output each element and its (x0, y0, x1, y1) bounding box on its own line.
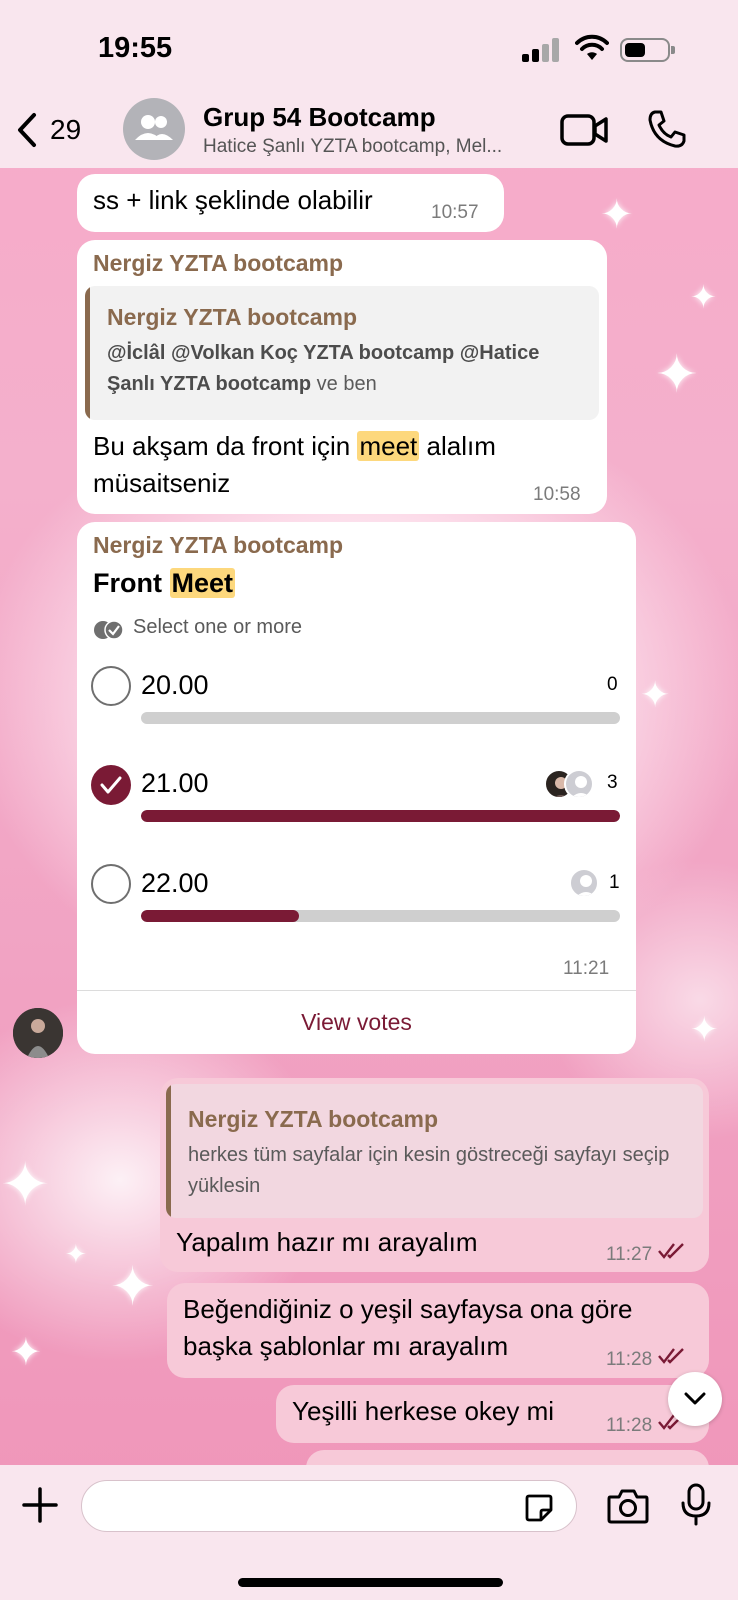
poll-option-bar (141, 910, 620, 922)
plus-icon[interactable] (20, 1485, 60, 1525)
message-composer (0, 1465, 738, 1600)
checkmark-icon (100, 776, 122, 794)
message-text: Yeşilli herkese okey mi (292, 1396, 555, 1426)
wifi-icon (575, 34, 609, 60)
message-time: 11:28 (606, 1347, 685, 1371)
home-indicator (238, 1578, 503, 1587)
phone-icon[interactable] (646, 108, 688, 150)
view-votes-button[interactable]: View votes (77, 991, 636, 1053)
poll-option-count: 1 (609, 872, 620, 893)
message-input[interactable] (81, 1480, 577, 1532)
camera-icon[interactable] (606, 1487, 650, 1525)
sparkle-decoration: ✦ (690, 278, 717, 316)
message-time-text: 11:28 (606, 1349, 653, 1370)
message-text: Yapalım hazır mı arayalım (176, 1227, 478, 1257)
voter-avatar (569, 868, 599, 898)
status-time: 19:55 (98, 32, 173, 64)
message-text: Beğendiğiniz o yeşil sayfaysa ona göre b… (183, 1294, 633, 1361)
message-time: 10:58 (533, 484, 581, 505)
message-bubble[interactable]: Beğendiğiniz o yeşil sayfaysa ona göre b… (167, 1283, 709, 1378)
message-time: 11:21 (563, 958, 610, 979)
poll-option-checkbox[interactable] (91, 864, 131, 904)
poll-bubble[interactable]: Nergiz YZTA bootcamp Front Meet Select o… (77, 522, 636, 1054)
cellular-signal-icon (522, 38, 562, 62)
message-bubble[interactable]: Nergiz YZTA bootcamp herkes tüm sayfalar… (160, 1078, 709, 1272)
chat-participants[interactable]: Hatice Şanlı YZTA bootcamp, Mel... (203, 136, 502, 158)
message-bubble[interactable]: Nergiz YZTA bootcamp Nergiz YZTA bootcam… (77, 240, 607, 514)
message-time-text: 11:27 (606, 1244, 653, 1265)
poll-question-part: Front (93, 568, 162, 598)
quoted-sender: Nergiz YZTA bootcamp (107, 304, 358, 330)
sender-name: Nergiz YZTA bootcamp (93, 532, 344, 558)
double-check-icon (94, 620, 124, 640)
sparkle-decoration: ✦ (10, 1330, 42, 1374)
quoted-text: herkes tüm sayfalar için kesin göstreceğ… (188, 1144, 670, 1197)
poll-option-label: 22.00 (141, 868, 209, 898)
mention[interactable]: @Volkan Koç YZTA bootcamp (171, 342, 454, 364)
message-time: 11:27 (606, 1242, 685, 1266)
sparkle-decoration: ✦ (600, 192, 634, 238)
message-time-text: 11:28 (606, 1415, 653, 1436)
poll-question: Front Meet (93, 568, 236, 599)
message-text: ss + link şeklinde olabilir (93, 185, 373, 215)
message-bubble[interactable]: ss + link şeklinde olabilir 10:57 (77, 174, 504, 232)
poll-option-checkbox[interactable] (91, 765, 131, 805)
sparkle-decoration: ✦ (65, 1240, 87, 1270)
poll-option-bar (141, 810, 620, 822)
poll-option-bar-fill (141, 910, 300, 922)
chat-header: 29 Grup 54 Bootcamp Hatice Şanlı YZTA bo… (0, 88, 738, 168)
back-chevron-icon (18, 113, 36, 147)
mention[interactable]: @İclâl (107, 342, 165, 364)
double-check-icon (658, 1243, 685, 1259)
message-text-part: Bu akşam da front için (93, 431, 351, 461)
search-highlight: meet (357, 431, 420, 461)
battery-icon (620, 38, 675, 62)
poll-option-count: 0 (607, 674, 618, 695)
quoted-text: @İclâl @Volkan Koç YZTA bootcamp @Hatice… (107, 338, 587, 400)
poll-option-bar-fill (141, 810, 620, 822)
quoted-message[interactable]: Nergiz YZTA bootcamp herkes tüm sayfalar… (166, 1084, 703, 1218)
unread-count: 29 (50, 114, 82, 145)
poll-option-checkbox[interactable] (91, 666, 131, 706)
scroll-down-icon (684, 1392, 706, 1405)
scroll-down-button[interactable] (668, 1372, 722, 1426)
microphone-icon[interactable] (680, 1483, 712, 1527)
group-icon (135, 115, 173, 140)
sparkle-decoration: ✦ (110, 1255, 156, 1318)
video-camera-icon[interactable] (560, 110, 610, 150)
sparkle-decoration: ✦ (0, 1150, 51, 1220)
poll-option-label: 21.00 (141, 768, 209, 798)
avatar[interactable] (13, 1008, 63, 1058)
group-avatar[interactable] (123, 98, 185, 160)
sparkle-decoration: ✦ (690, 1010, 719, 1050)
quoted-suffix: ve ben (316, 373, 377, 395)
sparkle-decoration: ✦ (640, 675, 671, 716)
message-time: 10:57 (431, 202, 479, 223)
back-button[interactable]: 29 (16, 108, 106, 152)
sticker-icon[interactable] (523, 1492, 555, 1524)
chat-title[interactable]: Grup 54 Bootcamp (203, 102, 436, 133)
search-highlight: Meet (169, 568, 236, 598)
status-bar: 19:55 (0, 0, 738, 100)
poll-option-count: 3 (607, 772, 618, 793)
poll-option-label: 20.00 (141, 670, 209, 700)
quoted-message[interactable]: Nergiz YZTA bootcamp @İclâl @Volkan Koç … (85, 286, 599, 420)
double-check-icon (658, 1348, 685, 1364)
message-bubble[interactable]: Yeşilli herkese okey mi 11:28 (276, 1385, 709, 1443)
message-text: Bu akşam da front için meet alalım müsai… (93, 428, 563, 502)
voter-avatar (564, 769, 594, 799)
poll-option-bar (141, 712, 620, 724)
sparkle-decoration: ✦ (655, 345, 699, 405)
sender-name: Nergiz YZTA bootcamp (93, 250, 344, 276)
quoted-sender: Nergiz YZTA bootcamp (188, 1106, 439, 1132)
poll-hint: Select one or more (133, 616, 302, 638)
